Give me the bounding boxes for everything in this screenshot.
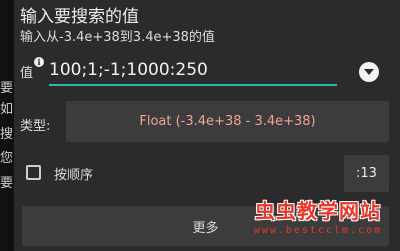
- value-input[interactable]: [49, 56, 337, 86]
- ordered-checkbox[interactable]: [26, 165, 41, 180]
- type-value: Float (-3.4e+38 - 3.4e+38): [139, 114, 316, 129]
- ordered-label[interactable]: 按顺序: [54, 164, 93, 183]
- dialog-title: 输入要搜索的值: [20, 7, 139, 27]
- count-button[interactable]: :13: [344, 155, 389, 192]
- background-text: 如: [0, 102, 14, 117]
- type-select-button[interactable]: Float (-3.4e+38 - 3.4e+38): [66, 101, 389, 142]
- watermark-logo: 虫虫教学网站 www.bestcclm.com: [238, 198, 398, 250]
- value-label: 值: [20, 66, 34, 81]
- background-text: 搜: [0, 127, 14, 142]
- chevron-down-icon[interactable]: [359, 62, 379, 82]
- type-label: 类型:: [20, 119, 51, 134]
- count-label: :13: [356, 166, 377, 181]
- background-text: 要: [0, 81, 14, 96]
- background-text: 要: [0, 176, 14, 191]
- watermark-url: www.bestcclm.com: [253, 225, 383, 236]
- info-icon[interactable]: i: [34, 57, 44, 67]
- watermark-title: 虫虫教学网站: [255, 199, 381, 223]
- background-page-strip: 要 如 搜 您 要: [0, 0, 14, 251]
- dialog-subtitle: 输入从-3.4e+38到3.4e+38的值: [20, 30, 215, 45]
- background-text: 您: [0, 151, 14, 166]
- more-label: 更多: [192, 220, 219, 236]
